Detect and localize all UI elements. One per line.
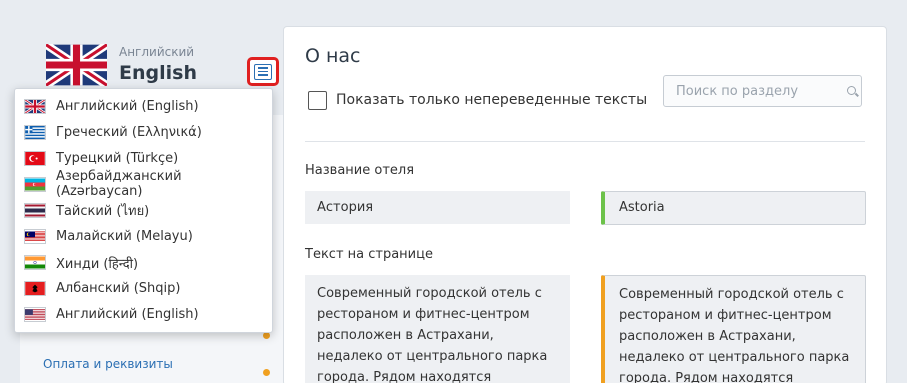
status-dot xyxy=(263,332,270,339)
language-option[interactable]: Турецкий (Türkçe) xyxy=(15,145,272,171)
language-option-label: Тайский (ไทย) xyxy=(56,203,150,219)
turkey-flag-icon xyxy=(24,150,46,166)
current-language-name: English xyxy=(119,62,197,84)
page-title: О нас xyxy=(305,45,361,67)
language-option[interactable]: Албанский (Shqip) xyxy=(15,276,272,302)
current-language-native: Английский xyxy=(119,45,195,59)
status-dot xyxy=(263,369,270,376)
language-option[interactable]: Малайский (Melayu) xyxy=(15,223,272,249)
albania-flag-icon xyxy=(24,281,46,297)
original-text-page-text: Современный городской отель с рестораном… xyxy=(305,275,570,383)
language-option-label: Албанский (Shqip) xyxy=(56,281,181,297)
thailand-flag-icon xyxy=(24,202,46,218)
language-option[interactable]: Хинди (हिन्दी) xyxy=(15,250,272,276)
language-option[interactable]: Английский (English) xyxy=(15,93,272,119)
uk-flag-icon xyxy=(46,44,107,86)
sidebar-item-payment[interactable]: Оплата и реквизиты xyxy=(43,357,173,371)
language-dropdown: Английский (English) Греческий (Ελληνικά… xyxy=(14,88,273,333)
language-menu-button[interactable] xyxy=(247,57,279,86)
field-label-hotel-name: Название отеля xyxy=(305,163,415,178)
original-text-hotel-name: Астория xyxy=(305,191,570,224)
search-icon[interactable] xyxy=(847,86,856,95)
language-option-label: Греческий (Ελληνικά) xyxy=(56,124,202,140)
uk-flag-icon xyxy=(24,98,46,114)
translation-field-page-text[interactable]: Современный городской отель с рестораном… xyxy=(601,275,866,383)
azerbaijan-flag-icon xyxy=(24,176,46,192)
language-option-label: Малайский (Melayu) xyxy=(56,229,193,245)
untranslated-only-checkbox[interactable] xyxy=(308,91,327,110)
language-option[interactable]: Греческий (Ελληνικά) xyxy=(15,119,272,145)
language-option[interactable]: Английский (English) xyxy=(15,302,272,328)
language-option-label: Хинди (हिन्दी) xyxy=(56,256,139,272)
language-option[interactable]: Тайский (ไทย) xyxy=(15,197,272,223)
menu-icon xyxy=(254,63,272,80)
usa-flag-icon xyxy=(24,307,46,323)
section-search-input[interactable] xyxy=(663,75,862,107)
translation-field-hotel-name[interactable]: Astoria xyxy=(601,191,866,225)
language-option-label: Азербайджанский (Azərbaycan) xyxy=(56,169,182,200)
language-option-label: Английский (English) xyxy=(56,307,199,323)
greece-flag-icon xyxy=(24,124,46,140)
language-option-label: Английский (English) xyxy=(56,98,199,114)
untranslated-only-label[interactable]: Показать только непереведенные тексты xyxy=(336,92,647,108)
language-option[interactable]: Азербайджанский (Azərbaycan) xyxy=(15,169,272,200)
main-panel: О нас Показать только непереведенные тек… xyxy=(283,26,887,383)
language-option-label: Турецкий (Türkçe) xyxy=(56,150,179,166)
divider xyxy=(305,141,865,142)
india-flag-icon xyxy=(24,255,46,271)
field-label-page-text: Текст на странице xyxy=(305,247,433,262)
malaysia-flag-icon xyxy=(24,229,46,245)
